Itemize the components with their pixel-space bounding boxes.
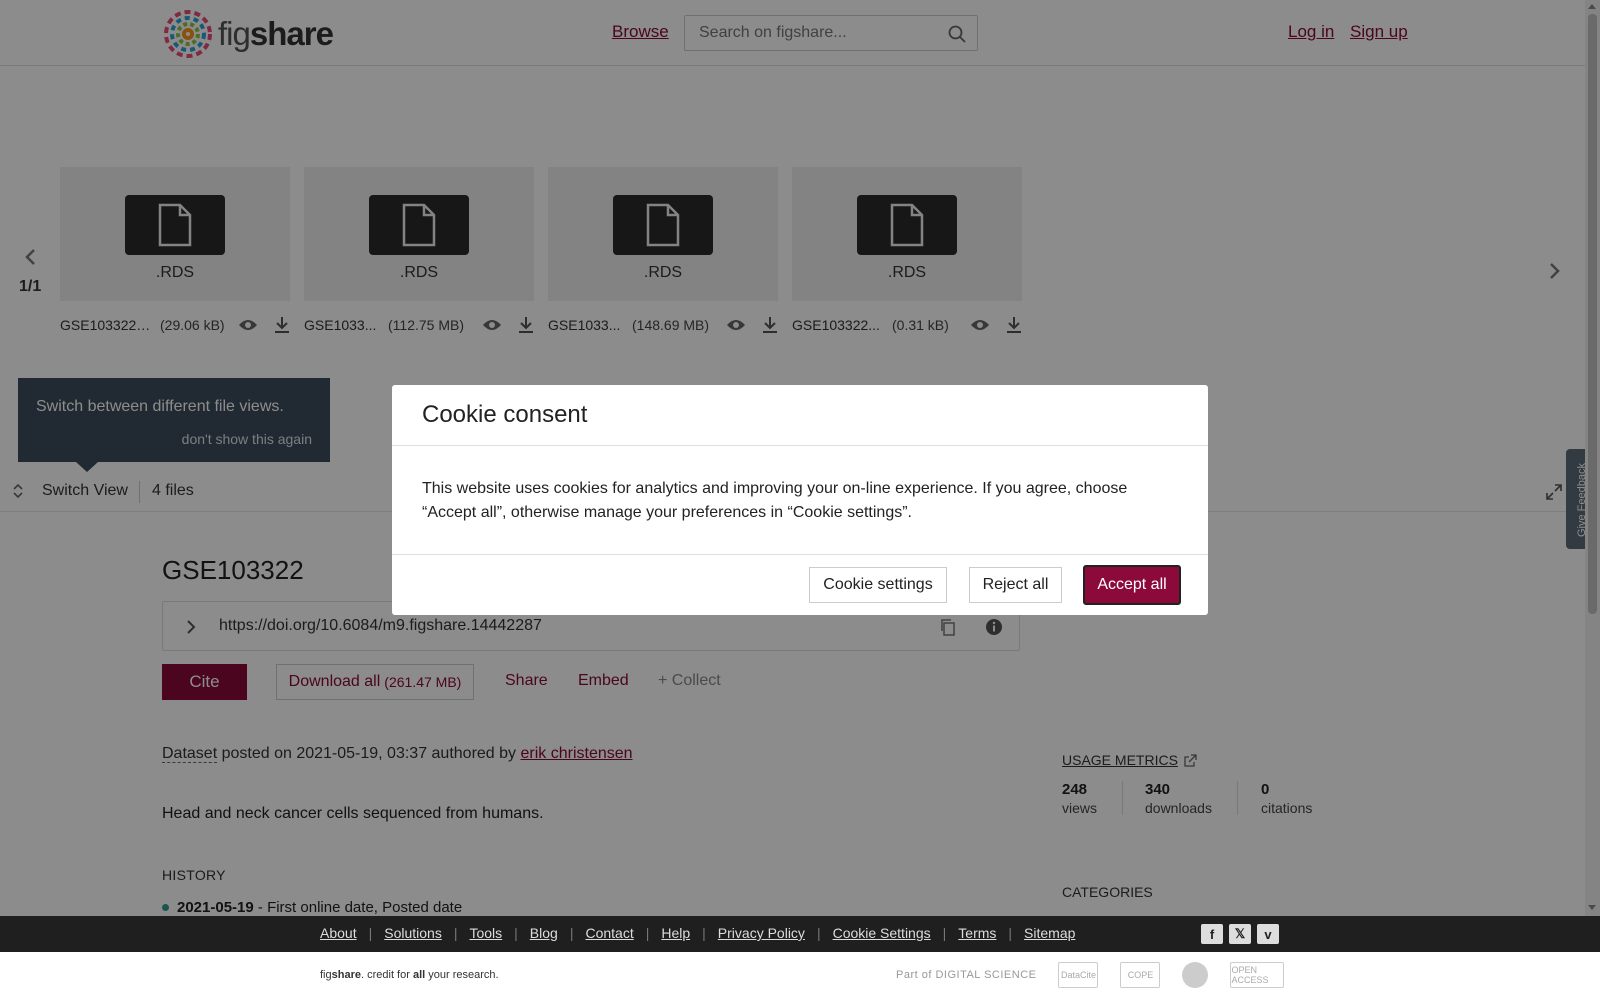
cookie-consent-dialog: Cookie consent This website uses cookies… xyxy=(392,385,1208,615)
separator: | xyxy=(1008,925,1013,941)
footer-link-tools[interactable]: Tools xyxy=(469,925,502,941)
footer-link-cookie-settings[interactable]: Cookie Settings xyxy=(833,925,931,941)
accept-all-button[interactable]: Accept all xyxy=(1083,565,1181,605)
footer-link-help[interactable]: Help xyxy=(661,925,690,941)
cope-logo[interactable]: COPE xyxy=(1120,962,1161,988)
separator: | xyxy=(514,925,518,941)
digital-science-logo[interactable]: Part of DIGITAL SCIENCE xyxy=(896,969,1036,981)
partner-seal-icon[interactable] xyxy=(1182,962,1209,988)
separator: | xyxy=(942,925,947,941)
vimeo-icon[interactable]: v xyxy=(1257,924,1279,944)
footer-link-terms[interactable]: Terms xyxy=(958,925,996,941)
datacite-logo[interactable]: DataCite xyxy=(1058,962,1099,988)
footer-link-contact[interactable]: Contact xyxy=(585,925,633,941)
footer-nav-bar: About | Solutions | Tools | Blog | Contact | … xyxy=(0,916,1600,952)
reject-all-button[interactable]: Reject all xyxy=(969,567,1062,603)
separator: | xyxy=(645,925,650,941)
separator: | xyxy=(569,925,574,941)
divider xyxy=(392,554,1208,555)
divider xyxy=(392,445,1208,446)
cookie-settings-button[interactable]: Cookie settings xyxy=(809,567,947,603)
cookie-consent-body: This website uses cookies for analytics … xyxy=(422,480,1128,521)
separator: | xyxy=(702,925,706,941)
x-twitter-icon[interactable]: 𝕏 xyxy=(1229,924,1251,944)
footer-link-privacy-policy[interactable]: Privacy Policy xyxy=(718,925,805,941)
footer-link-solutions[interactable]: Solutions xyxy=(384,925,442,941)
footer-tagline: figshare. credit for all your research. xyxy=(320,969,499,981)
separator: | xyxy=(453,925,458,941)
separator: | xyxy=(816,925,821,941)
separator: | xyxy=(368,925,373,941)
footer-link-sitemap[interactable]: Sitemap xyxy=(1024,925,1075,941)
social-links: f 𝕏 v xyxy=(1201,924,1279,944)
footer-nav: About | Solutions | Tools | Blog | Contact | … xyxy=(320,925,1075,941)
footer-link-blog[interactable]: Blog xyxy=(530,925,558,941)
footer-link-about[interactable]: About xyxy=(320,925,357,941)
footer-bottom: figshare. credit for all your research. … xyxy=(0,952,1600,1000)
partner-logos: Part of DIGITAL SCIENCE DataCite COPE OP… xyxy=(896,962,1285,988)
facebook-icon[interactable]: f xyxy=(1201,924,1223,944)
cookie-consent-title: Cookie consent xyxy=(422,401,588,428)
open-access-logo[interactable]: OPEN ACCESS xyxy=(1230,962,1285,988)
